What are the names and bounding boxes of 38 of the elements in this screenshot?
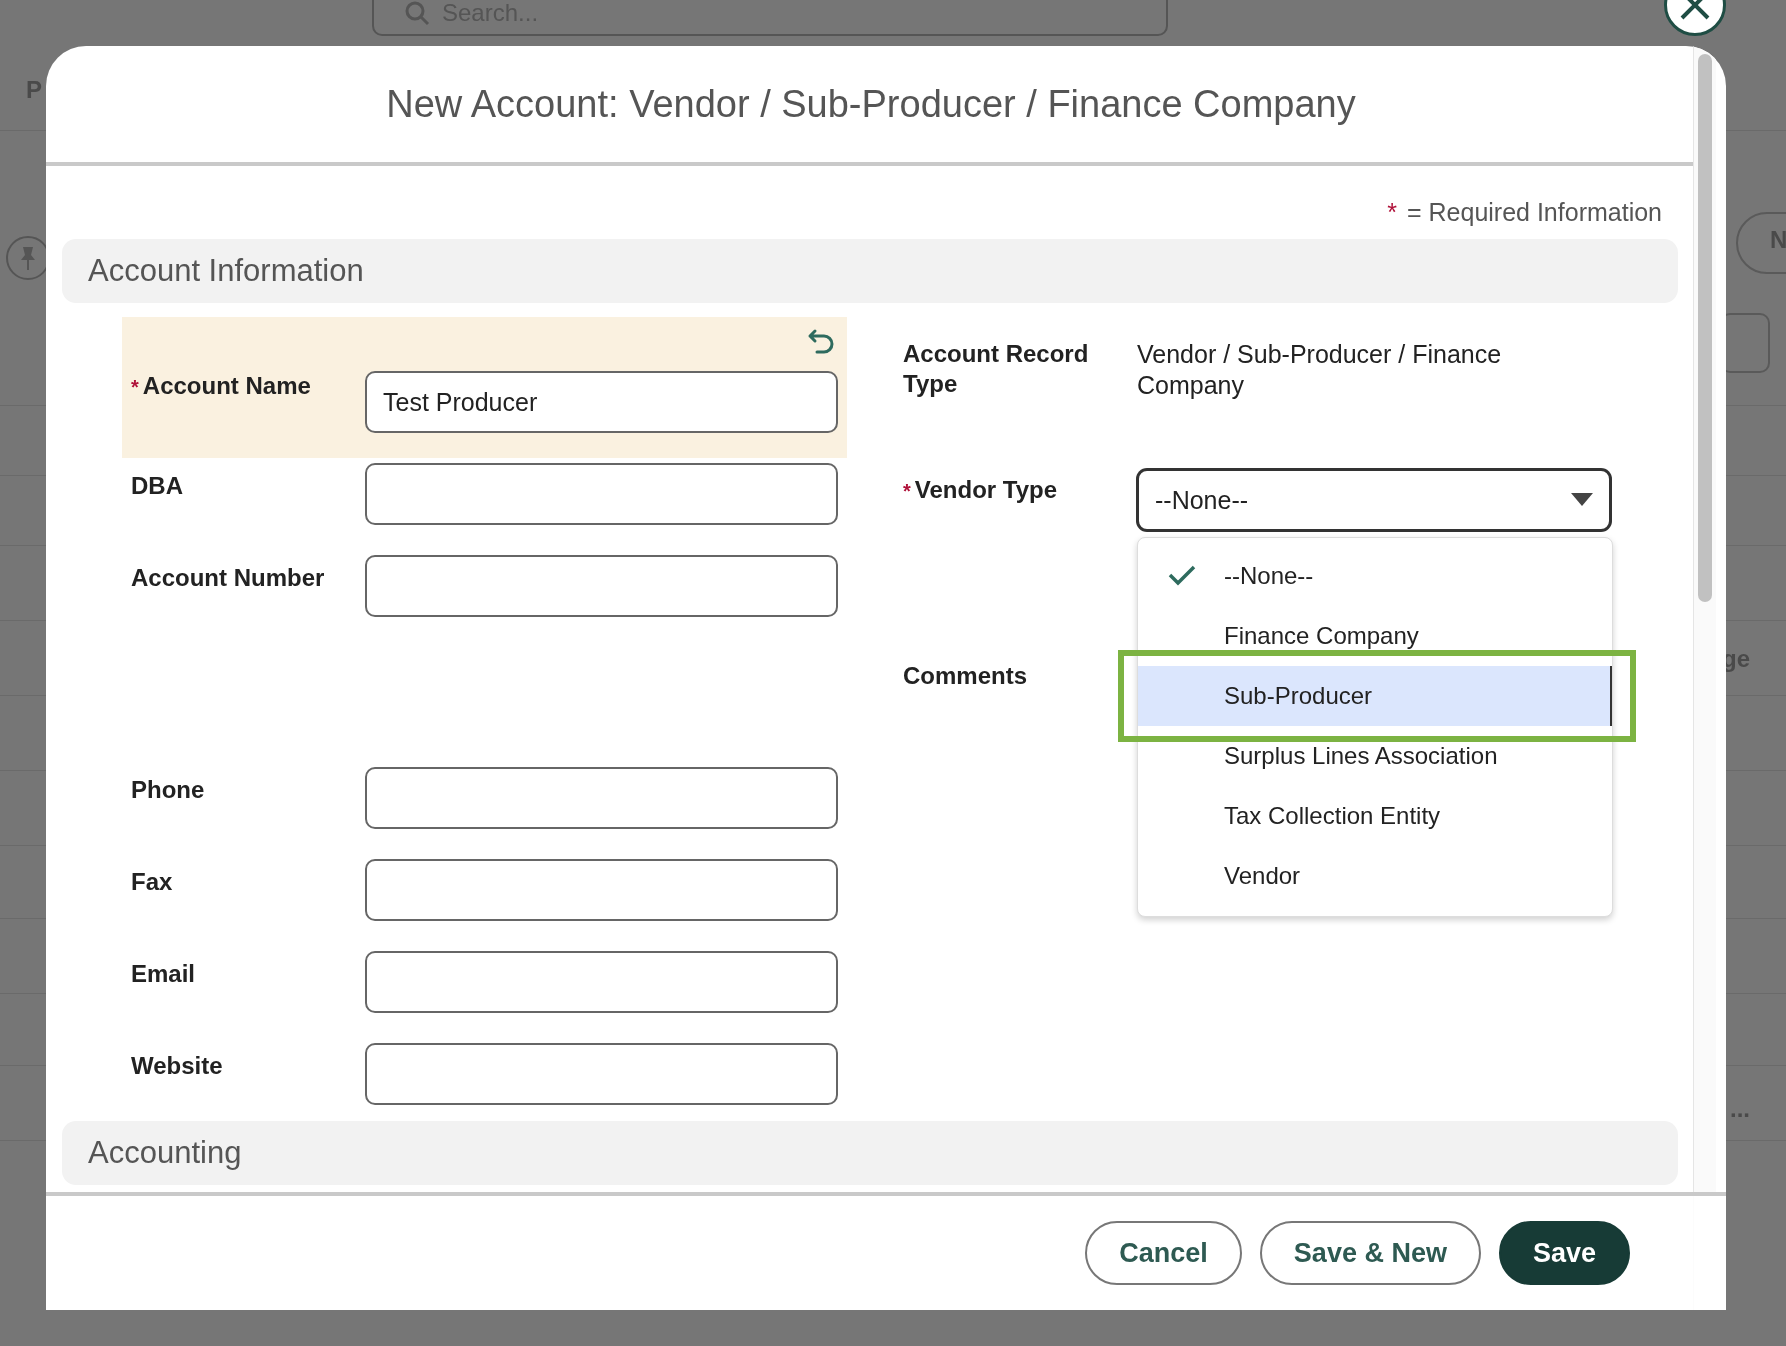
dropdown-option[interactable]: Tax Collection Entity	[1138, 786, 1612, 846]
field-label: DBA	[131, 471, 184, 501]
text-field[interactable]: Test Producer	[365, 371, 838, 433]
section-header: Account Information	[62, 239, 1678, 303]
dropdown-option[interactable]: --None--	[1138, 546, 1612, 606]
field-label: Phone	[131, 775, 206, 805]
field-label: Account Record Type	[903, 339, 1090, 399]
dropdown-option[interactable]: Finance Company	[1138, 606, 1612, 666]
field-label: Email	[131, 959, 197, 989]
field-label: Account Number	[131, 563, 326, 593]
text-field[interactable]	[365, 859, 838, 921]
field-label: * Account Name	[131, 371, 312, 401]
text-field[interactable]	[365, 555, 838, 617]
field-label: Website	[131, 1051, 224, 1081]
footer-button[interactable]: Save	[1498, 1221, 1630, 1285]
dropdown-option[interactable]: Sub-Producer	[1138, 666, 1612, 726]
field-label: Fax	[131, 867, 174, 897]
text-field[interactable]	[365, 767, 838, 829]
dropdown-option[interactable]: Vendor	[1138, 846, 1612, 906]
search-icon	[404, 0, 430, 26]
dropdown-caret-icon	[1571, 493, 1593, 507]
footer-button[interactable]: Save & New	[1259, 1221, 1481, 1285]
text-field[interactable]	[365, 463, 838, 525]
background-text: ...	[1730, 1095, 1750, 1123]
section-header: Accounting	[62, 1121, 1678, 1185]
field-label: Comments	[903, 661, 1029, 691]
picklist-field[interactable]: --None--	[1137, 469, 1611, 531]
required-mark: *	[1387, 198, 1397, 227]
text-field[interactable]	[365, 1043, 838, 1105]
text-field[interactable]	[365, 951, 838, 1013]
required-note: = Required Information	[1407, 198, 1662, 227]
field-value: Vendor / Sub-Producer / Finance Company	[1137, 339, 1503, 401]
field-label: * Vendor Type	[903, 475, 1059, 505]
modal-title: New Account: Vendor / Sub-Producer / Finance Company	[386, 82, 1356, 126]
dropdown-option[interactable]: Surplus Lines Association	[1138, 726, 1612, 786]
footer-button[interactable]: Cancel	[1085, 1221, 1242, 1285]
check-icon	[1168, 564, 1196, 586]
scrollbar-thumb[interactable]	[1698, 54, 1712, 602]
